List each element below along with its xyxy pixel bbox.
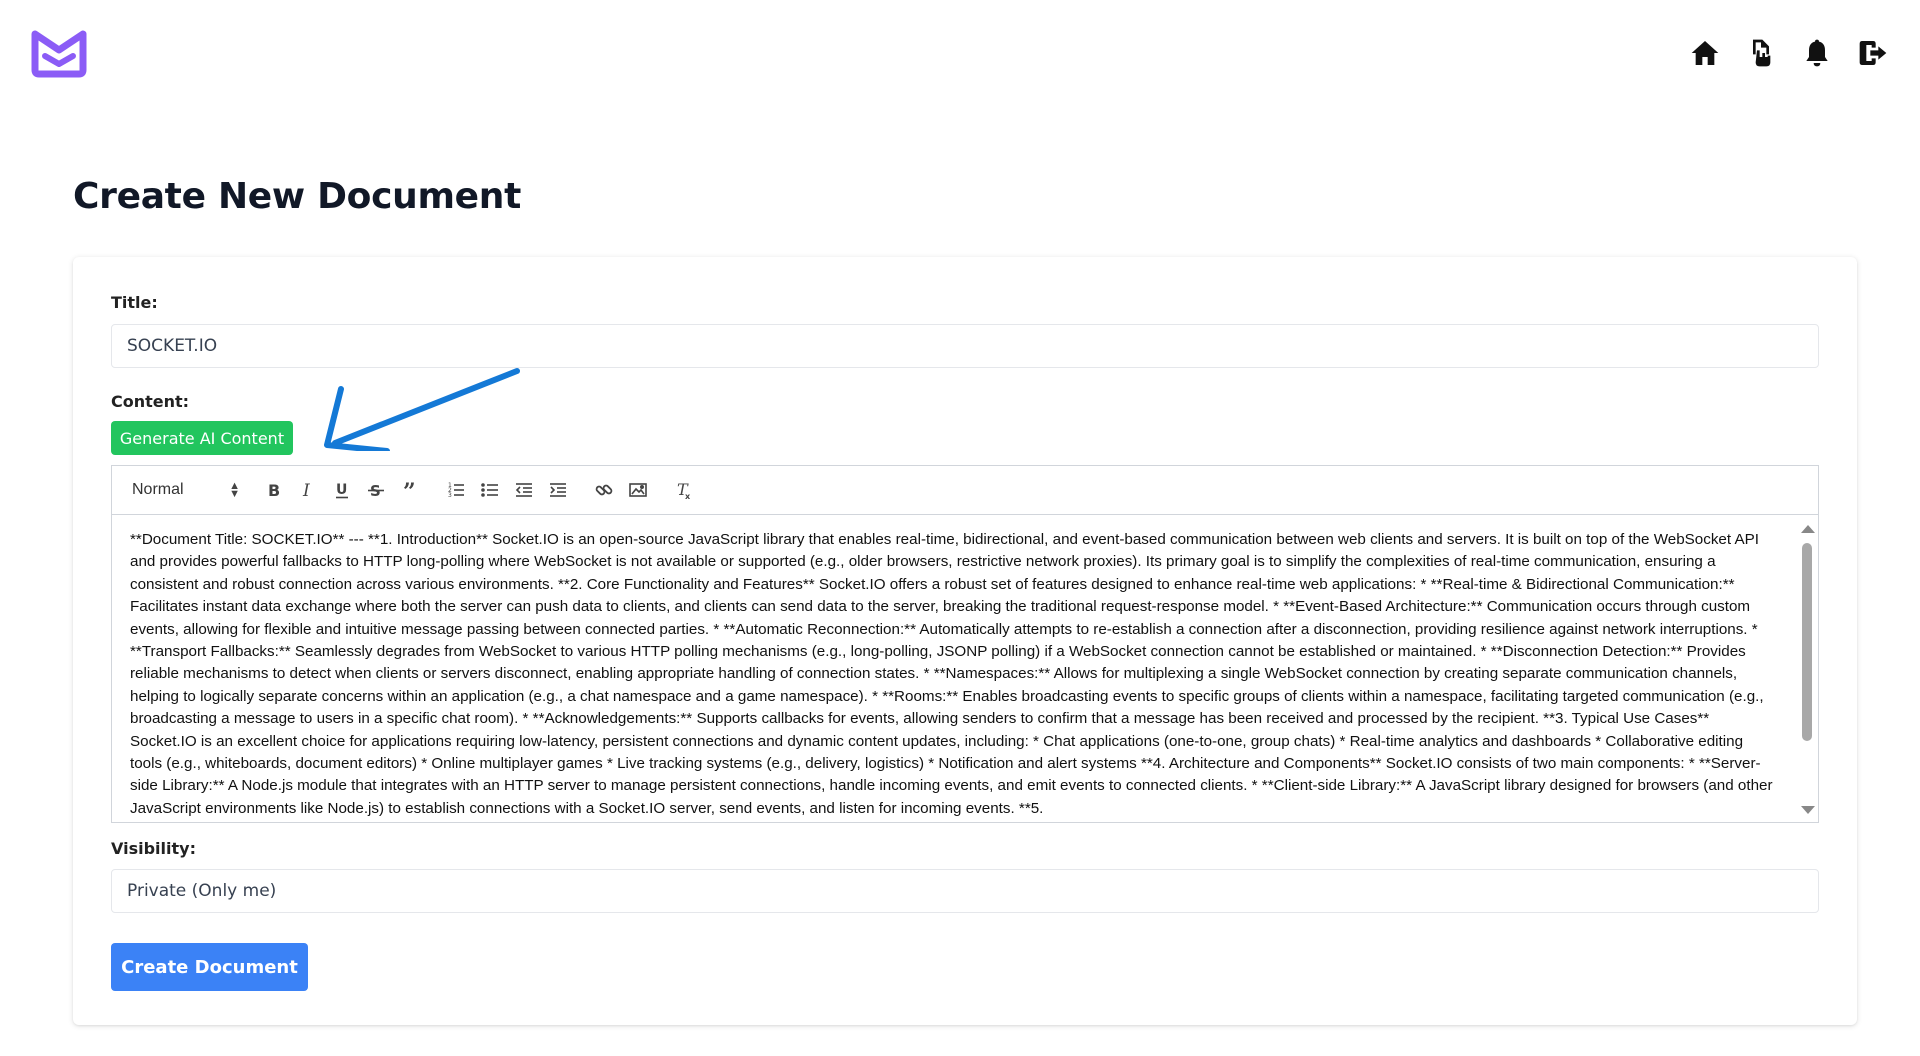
- heading-select[interactable]: Normal ▲ ▼: [132, 476, 240, 504]
- title-input[interactable]: SOCKET.IO: [111, 324, 1819, 368]
- bold-icon[interactable]: B: [262, 478, 286, 502]
- bullet-list-icon[interactable]: [478, 478, 502, 502]
- heading-select-value: Normal: [132, 481, 184, 498]
- generate-ai-content-button[interactable]: Generate AI Content: [111, 421, 293, 455]
- title-label: Title:: [111, 293, 158, 312]
- italic-icon[interactable]: I: [296, 478, 320, 502]
- visibility-select[interactable]: Private (Only me): [111, 869, 1819, 913]
- image-icon[interactable]: [626, 478, 650, 502]
- notifications-icon[interactable]: [1800, 36, 1834, 70]
- scroll-down-icon[interactable]: [1801, 806, 1815, 814]
- annotation-arrow-icon: [324, 368, 520, 451]
- svg-text:x: x: [685, 492, 691, 500]
- indent-icon[interactable]: [546, 478, 570, 502]
- strikethrough-icon[interactable]: S: [364, 478, 388, 502]
- scroll-up-icon[interactable]: [1801, 525, 1815, 533]
- svg-text:B: B: [268, 481, 280, 500]
- content-label: Content:: [111, 392, 190, 411]
- format-group: B I U S ”: [262, 478, 422, 502]
- app-logo[interactable]: [29, 26, 89, 80]
- svg-text:”: ”: [403, 480, 416, 500]
- clean-group: Tx: [672, 478, 696, 502]
- editor-scrollbar[interactable]: [1796, 515, 1818, 822]
- document-form-card: Title: SOCKET.IO Content: Generate AI Co…: [73, 257, 1857, 1025]
- editor-content[interactable]: **Document Title: SOCKET.IO** --- **1. I…: [112, 515, 1796, 822]
- underline-icon[interactable]: U: [330, 478, 354, 502]
- create-document-button[interactable]: Create Document: [111, 943, 308, 991]
- svg-text:I: I: [302, 481, 310, 500]
- home-icon[interactable]: [1688, 36, 1722, 70]
- editor-toolbar: Normal ▲ ▼ B I U S ” 123 Tx: [112, 466, 1818, 515]
- list-group: 123: [444, 478, 570, 502]
- svg-text:U: U: [336, 482, 347, 498]
- clear-format-icon[interactable]: Tx: [672, 478, 696, 502]
- documents-icon[interactable]: [1744, 36, 1778, 70]
- blockquote-icon[interactable]: ”: [398, 478, 422, 502]
- logo-icon: [31, 30, 87, 78]
- page-title: Create New Document: [73, 176, 522, 217]
- logout-icon[interactable]: [1856, 36, 1890, 70]
- ordered-list-icon[interactable]: 123: [444, 478, 468, 502]
- svg-text:3: 3: [448, 492, 452, 499]
- top-nav: [1688, 36, 1890, 70]
- outdent-icon[interactable]: [512, 478, 536, 502]
- select-arrows-icon: ▲ ▼: [229, 480, 240, 500]
- visibility-label: Visibility:: [111, 839, 196, 858]
- content-editor: Normal ▲ ▼ B I U S ” 123 Tx **Document T…: [111, 465, 1819, 823]
- link-icon[interactable]: [592, 478, 616, 502]
- scroll-thumb[interactable]: [1802, 543, 1812, 741]
- media-group: [592, 478, 650, 502]
